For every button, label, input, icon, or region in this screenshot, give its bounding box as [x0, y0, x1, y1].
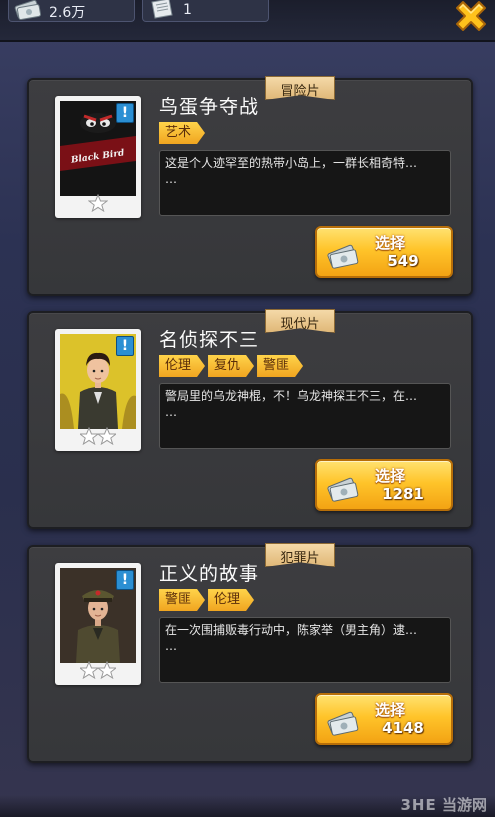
select-button[interactable]: 选择 1281 — [315, 459, 453, 511]
select-button[interactable]: 选择 4148 — [315, 693, 453, 745]
movie-title: 正义的故事 — [159, 563, 260, 585]
movie-poster[interactable]: ! — [55, 563, 141, 685]
select-label: 选择 — [374, 701, 405, 719]
star-icon — [78, 660, 118, 680]
movie-title: 鸟蛋争夺战 — [159, 96, 260, 118]
genre-ribbon: 冒险片 — [265, 76, 335, 100]
tag: 警匪 — [257, 355, 303, 377]
movie-description: 在一次围捕贩毒行动中，陈家举（男主角）逮… … — [159, 617, 451, 683]
tag-list: 伦理 复仇 警匪 — [159, 355, 303, 377]
tag: 伦理 — [159, 355, 205, 377]
select-cost: 1281 — [382, 485, 424, 503]
watermark-site: 当游网 — [441, 796, 487, 814]
movie-poster[interactable]: ! — [55, 329, 141, 451]
money-value: 2.6万 — [49, 5, 86, 21]
tag: 复仇 — [208, 355, 254, 377]
money-counter: 2.6万 — [8, 0, 135, 22]
movie-title: 名侦探不三 — [159, 329, 260, 351]
select-button[interactable]: 选择 549 — [315, 226, 453, 278]
star-icon — [87, 193, 109, 213]
info-icon[interactable]: ! — [116, 103, 134, 123]
tag: 警匪 — [159, 589, 205, 611]
script-counter: 1 — [142, 0, 269, 22]
select-cost: 4148 — [382, 719, 424, 737]
select-label: 选择 — [374, 234, 405, 252]
top-bar: 2.6万 1 — [0, 0, 495, 42]
info-icon[interactable]: ! — [116, 336, 134, 356]
cash-icon — [14, 0, 42, 20]
watermark-logo: 3HE — [400, 796, 437, 814]
script-icon — [151, 0, 173, 19]
close-icon[interactable] — [451, 0, 491, 38]
movie-description: 这是个人迹罕至的热带小岛上，一群长相奇特… … — [159, 150, 451, 216]
movie-poster[interactable]: Black Bird ! — [55, 96, 141, 218]
genre-ribbon: 犯罪片 — [265, 543, 335, 567]
tag-list: 警匪 伦理 — [159, 589, 254, 611]
watermark: 3HE 当游网 — [401, 794, 488, 815]
script-value: 1 — [183, 2, 192, 18]
movie-card: 犯罪片 ! 正义的故事 警匪 伦理 在一次围捕贩毒行动中，陈家举（男主角）逮… … — [27, 543, 473, 763]
genre-ribbon: 现代片 — [265, 309, 335, 333]
star-icon — [78, 426, 118, 446]
movie-card: 冒险片 Black Bird ! 鸟蛋争夺战 艺术 这是个人迹罕至的热带小岛上，… — [27, 76, 473, 296]
movie-description: 警局里的乌龙神棍，不！乌龙神探王不三，在… … — [159, 383, 451, 449]
tag: 艺术 — [159, 122, 205, 144]
tag: 伦理 — [208, 589, 254, 611]
select-cost: 549 — [387, 252, 419, 270]
select-label: 选择 — [374, 467, 405, 485]
movie-card: 现代片 ! 名侦探不三 伦理 复仇 警匪 警局里的乌龙神棍，不！乌龙神探王不三，… — [27, 309, 473, 529]
tag-list: 艺术 — [159, 122, 205, 144]
info-icon[interactable]: ! — [116, 570, 134, 590]
